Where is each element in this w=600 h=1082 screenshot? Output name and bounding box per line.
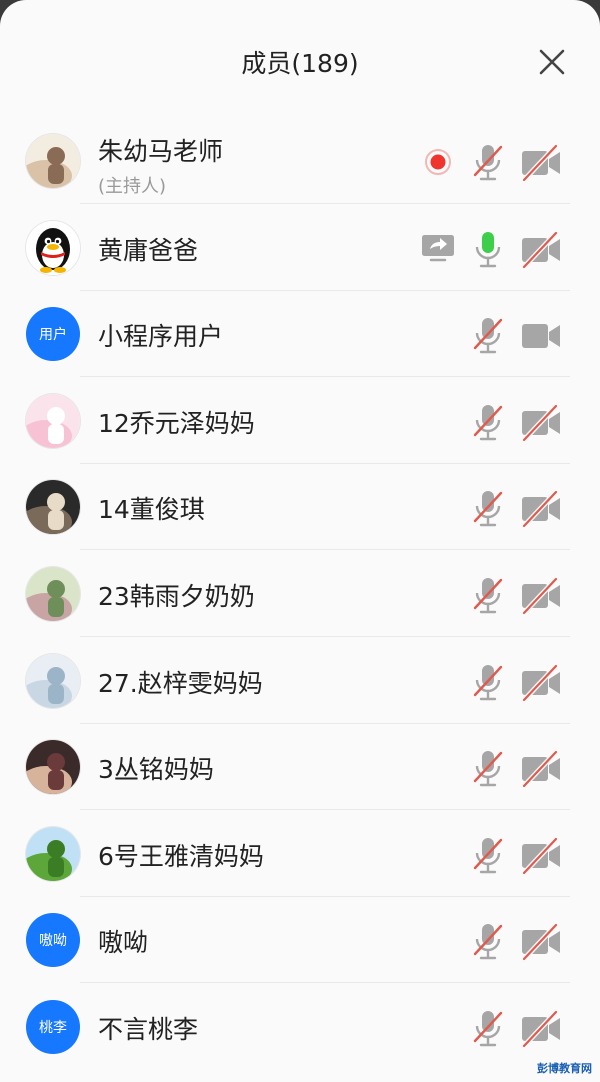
microphone-icon[interactable] <box>472 1008 504 1048</box>
microphone-icon[interactable] <box>472 315 504 355</box>
recording-dot-icon <box>424 148 452 176</box>
member-name: 12乔元泽妈妈 <box>98 408 255 438</box>
avatar: 用户 <box>26 307 80 362</box>
avatar: 嗷呦 <box>26 913 80 968</box>
panel-header: 成员(189) <box>0 0 600 122</box>
member-name: 23韩雨夕奶奶 <box>98 582 255 611</box>
camera-icon[interactable] <box>520 750 562 788</box>
member-name: 6号王雅清妈妈 <box>98 841 264 871</box>
camera-icon[interactable] <box>520 663 562 702</box>
member-name: 27.赵梓雯妈妈 <box>98 668 263 698</box>
member-row[interactable]: 12乔元泽妈妈 <box>0 378 600 464</box>
member-name: 不言桃李 <box>98 1015 199 1044</box>
camera-icon[interactable] <box>520 317 562 355</box>
avatar <box>26 826 80 881</box>
microphone-icon[interactable] <box>472 402 504 442</box>
camera-icon[interactable] <box>520 577 562 615</box>
member-row[interactable]: 用户 小程序用户 <box>0 291 600 378</box>
avatar <box>26 480 80 535</box>
close-icon[interactable] <box>538 48 566 76</box>
member-row[interactable]: 桃李 不言桃李 <box>0 984 600 1070</box>
microphone-icon[interactable] <box>472 748 504 788</box>
avatar <box>26 134 80 188</box>
watermark: 彭博教育网 <box>537 1062 592 1075</box>
microphone-icon[interactable] <box>472 835 504 875</box>
microphone-icon[interactable] <box>472 575 504 615</box>
member-row[interactable]: 27.赵梓雯妈妈 <box>0 638 600 724</box>
camera-icon[interactable] <box>520 404 562 442</box>
microphone-icon[interactable] <box>472 229 504 269</box>
member-name: 黄庸爸爸 <box>98 235 199 265</box>
avatar <box>26 393 80 448</box>
microphone-icon[interactable] <box>472 142 504 182</box>
member-row[interactable]: 黄庸爸爸 <box>0 205 600 291</box>
camera-icon[interactable] <box>520 923 562 962</box>
host-label: (主持人) <box>98 176 167 197</box>
member-row[interactable]: 23韩雨夕奶奶 <box>0 551 600 637</box>
members-panel: 成员(189) 朱幼马老师 (主持人) 黄庸爸爸 用户 小程序用户 12乔元泽妈妈 <box>0 0 600 1082</box>
avatar <box>26 653 80 708</box>
avatar: 桃李 <box>26 1000 80 1054</box>
microphone-icon[interactable] <box>472 921 504 961</box>
member-name: 小程序用户 <box>98 322 224 352</box>
avatar <box>26 740 80 795</box>
avatar-initials: 用户 <box>39 327 67 344</box>
microphone-icon[interactable] <box>472 662 504 702</box>
panel-title: 成员(189) <box>241 49 359 78</box>
member-row[interactable]: 嗷呦 嗷呦 <box>0 897 600 984</box>
avatar-initials: 桃李 <box>39 1020 67 1036</box>
screen-share-icon[interactable] <box>420 233 456 263</box>
avatar <box>26 220 80 275</box>
camera-icon[interactable] <box>520 1010 562 1048</box>
microphone-icon[interactable] <box>472 488 504 528</box>
member-row[interactable]: 朱幼马老师 (主持人) <box>0 118 600 204</box>
camera-icon[interactable] <box>520 230 562 269</box>
camera-icon[interactable] <box>520 490 562 529</box>
member-name: 3丛铭妈妈 <box>98 755 214 785</box>
member-row[interactable]: 3丛铭妈妈 <box>0 724 600 811</box>
avatar-initials: 嗷呦 <box>39 933 67 950</box>
camera-icon[interactable] <box>520 144 562 182</box>
member-row[interactable]: 14董俊琪 <box>0 464 600 551</box>
member-name: 14董俊琪 <box>98 495 205 525</box>
avatar <box>26 567 80 621</box>
member-row[interactable]: 6号王雅清妈妈 <box>0 811 600 897</box>
camera-icon[interactable] <box>520 837 562 875</box>
member-name: 朱幼马老师 <box>98 137 224 166</box>
member-name: 嗷呦 <box>98 928 149 958</box>
